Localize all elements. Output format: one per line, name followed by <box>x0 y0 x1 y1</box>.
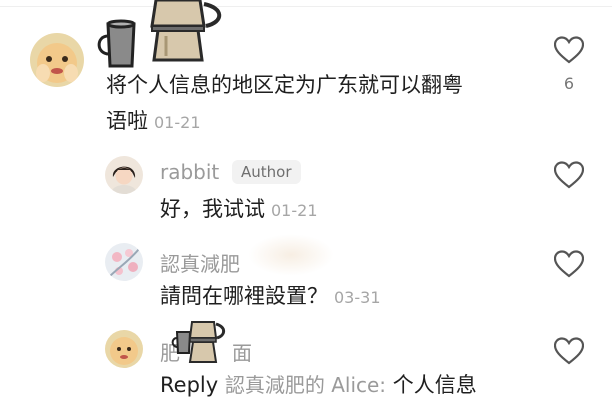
avatar[interactable] <box>105 330 143 368</box>
reply-text: 請問在哪裡設置？ <box>160 284 328 308</box>
author-badge: Author <box>232 160 301 184</box>
reply-prefix: Reply <box>160 373 219 397</box>
like-button[interactable] <box>553 161 585 193</box>
moka-pot-sticker-icon <box>148 0 228 66</box>
reply-text-row: Reply 認真減肥的 Alice: 个人信息 <box>160 369 477 401</box>
reply-username[interactable]: rabbit <box>160 160 219 184</box>
reply-text: 好，我试试 <box>160 197 265 221</box>
heart-outline-icon <box>553 161 585 189</box>
top-divider <box>0 6 612 7</box>
reply-target[interactable]: 認真減肥的 Alice: <box>225 373 386 397</box>
reply-text-row: 好，我试试 01-21 <box>160 193 318 227</box>
reply-text: 个人信息 <box>392 373 477 397</box>
like-count: 6 <box>563 74 575 93</box>
like-button[interactable] <box>553 250 585 282</box>
avatar[interactable] <box>105 156 143 194</box>
timestamp: 01-21 <box>154 113 201 132</box>
moka-pot-sticker-icon <box>188 320 228 368</box>
blurred-username-overlay <box>248 234 334 276</box>
avatar[interactable] <box>30 33 84 87</box>
like-button[interactable] <box>553 36 585 68</box>
comment-text-line1: 将个人信息的地区定为广东就可以翻粤 <box>106 73 463 97</box>
heart-outline-icon <box>553 250 585 278</box>
reply-username-tail[interactable]: 面 <box>232 337 252 366</box>
reply-text-row: 請問在哪裡設置？ 03-31 <box>160 280 381 314</box>
heart-outline-icon <box>553 36 585 64</box>
reply-username[interactable]: 認真減肥 <box>160 248 240 277</box>
like-button[interactable] <box>553 337 585 369</box>
comment-text-line2: 语啦 01-21 <box>106 105 201 139</box>
timestamp: 03-31 <box>334 288 381 307</box>
timestamp: 01-21 <box>271 201 318 220</box>
comment-text-line2-text: 语啦 <box>106 109 148 133</box>
avatar[interactable] <box>105 243 143 281</box>
heart-outline-icon <box>553 337 585 365</box>
mug-sticker-icon <box>94 18 150 76</box>
